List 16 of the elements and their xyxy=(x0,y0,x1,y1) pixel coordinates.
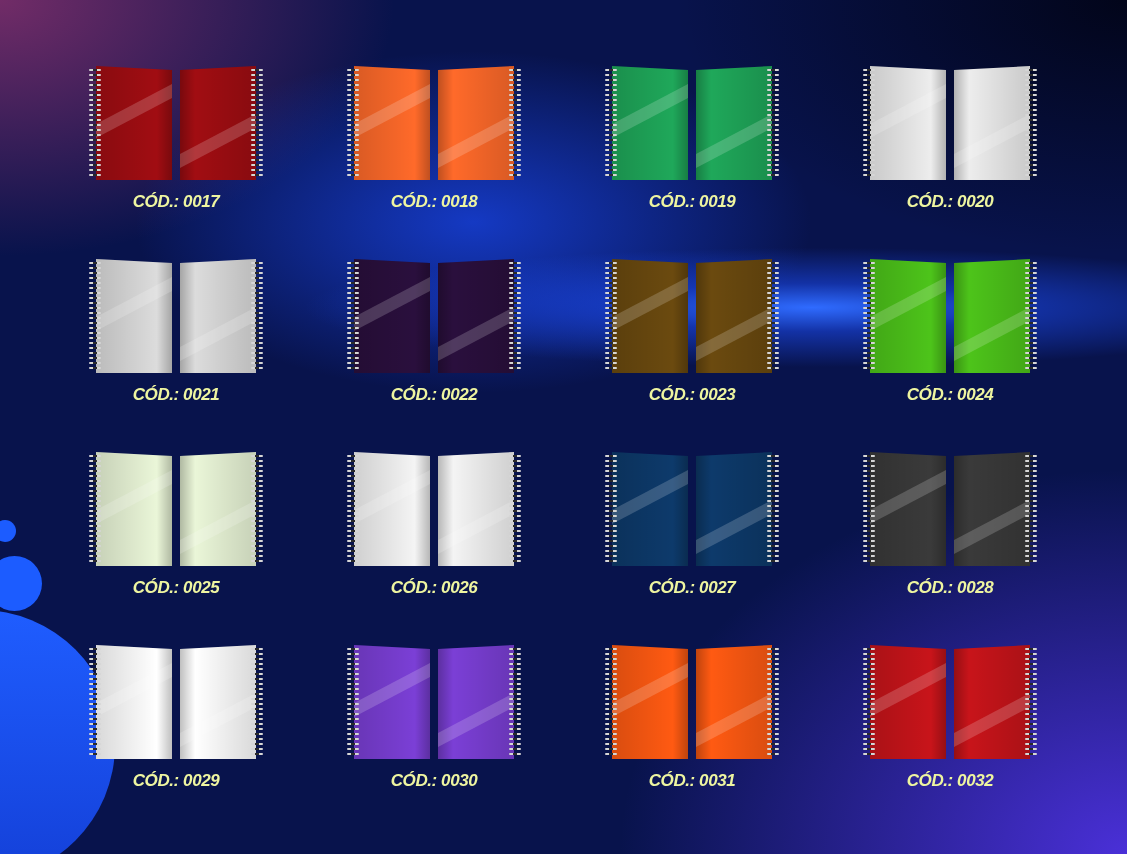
product-code: CÓD.: 0021 xyxy=(132,385,220,405)
product-code: CÓD.: 0032 xyxy=(906,771,994,791)
product-code: CÓD.: 0017 xyxy=(132,192,220,212)
product-code: CÓD.: 0019 xyxy=(648,192,736,212)
product-code: CÓD.: 0029 xyxy=(132,771,220,791)
product-code: CÓD.: 0020 xyxy=(906,192,994,212)
product-code: CÓD.: 0018 xyxy=(390,192,478,212)
product-code: CÓD.: 0023 xyxy=(648,385,736,405)
product-code: CÓD.: 0030 xyxy=(390,771,478,791)
product-code: CÓD.: 0028 xyxy=(906,578,994,598)
product-code: CÓD.: 0024 xyxy=(906,385,994,405)
product-code: CÓD.: 0022 xyxy=(390,385,478,405)
product-code: CÓD.: 0025 xyxy=(132,578,220,598)
product-code: CÓD.: 0031 xyxy=(648,771,736,791)
product-code: CÓD.: 0027 xyxy=(648,578,736,598)
product-code: CÓD.: 0026 xyxy=(390,578,478,598)
